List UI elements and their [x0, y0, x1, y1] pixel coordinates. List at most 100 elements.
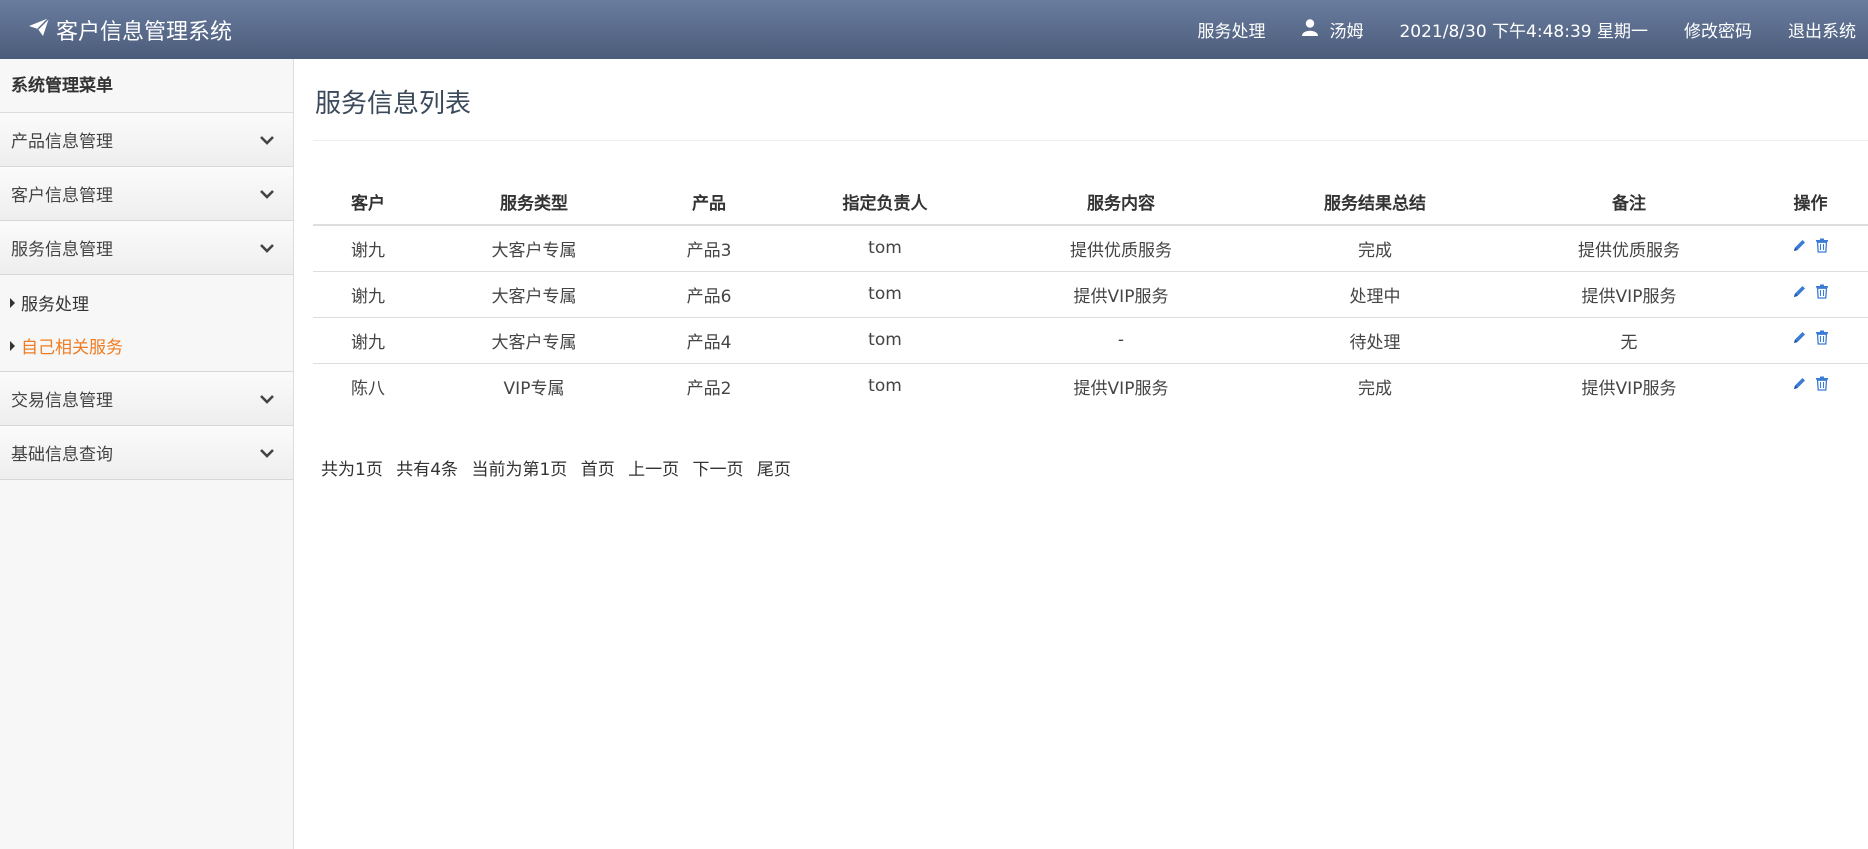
edit-pencil-icon[interactable] — [1792, 284, 1807, 299]
cell: 谢九 — [313, 317, 423, 364]
cell: 提供VIP服务 — [1505, 271, 1753, 318]
col-service-type: 服务类型 — [423, 179, 645, 226]
col-remark: 备注 — [1505, 179, 1753, 226]
cell: 产品2 — [686, 378, 732, 399]
menu-trade[interactable]: 交易信息管理 — [0, 372, 293, 426]
table-header-row: 客户 服务类型 产品 指定负责人 服务内容 服务结果总结 备注 操作 — [313, 179, 1868, 226]
table-row: 陈八 VIP专属 产品2 tom 提供VIP服务 完成 提供VIP服务 — [313, 363, 1868, 409]
pager-prev-link[interactable]: 上一页 — [628, 460, 679, 480]
cell: 大客户专属 — [423, 225, 645, 272]
sidebar-item-service-handle[interactable]: 服务处理 — [0, 281, 293, 324]
cell: 产品3 — [645, 225, 773, 272]
sidebar-item-my-services[interactable]: 自己相关服务 — [0, 324, 293, 367]
cell: 产品6 — [645, 271, 773, 318]
cell: - — [997, 317, 1245, 364]
pagination: 共为1页 共有4条 当前为第1页 首页 上一页 下一页 尾页 — [313, 455, 1868, 480]
actions-cell — [1753, 271, 1868, 318]
cell: tom — [773, 225, 997, 272]
edit-pencil-icon[interactable] — [1792, 376, 1807, 391]
logout-link[interactable]: 退出系统 — [1788, 17, 1856, 42]
caret-right-icon — [10, 297, 15, 308]
datetime: 2021/8/30 下午4:48:39 星期一 — [1399, 22, 1648, 42]
cell: 大客户专属 — [423, 271, 645, 318]
chevron-down-icon — [259, 184, 275, 204]
app-title: 客户信息管理系统 — [56, 19, 233, 45]
col-service-content: 服务内容 — [997, 179, 1245, 226]
cell: 陈八 — [351, 378, 385, 399]
sidebar-item-label: 自己相关服务 — [21, 338, 123, 358]
col-result-summary: 服务结果总结 — [1245, 179, 1505, 226]
menu-label: 产品信息管理 — [11, 132, 113, 152]
edit-pencil-icon[interactable] — [1792, 238, 1807, 253]
menu-label: 服务信息管理 — [11, 240, 113, 260]
page-title: 服务信息列表 — [313, 83, 1868, 141]
service-table: 客户 服务类型 产品 指定负责人 服务内容 服务结果总结 备注 操作 谢九 大客… — [313, 179, 1868, 409]
menu-customer[interactable]: 客户信息管理 — [0, 167, 293, 221]
pager-total-pages: 共为1页 — [321, 460, 383, 480]
pager-last-link[interactable]: 尾页 — [757, 460, 791, 480]
pager-next-link[interactable]: 下一页 — [693, 460, 744, 480]
chevron-down-icon — [259, 238, 275, 258]
top-bar: 客户信息管理系统 服务处理 汤姆 2021/8/30 下午4:48:39 星期一… — [0, 0, 1868, 59]
cell: 提供VIP服务 — [997, 271, 1245, 318]
pager-first-link[interactable]: 首页 — [581, 460, 615, 480]
trash-icon[interactable] — [1815, 376, 1829, 391]
chevron-down-icon — [259, 443, 275, 463]
cell: tom — [773, 271, 997, 318]
main-content: 服务信息列表 客户 服务类型 产品 指定负责人 服务内容 服务结果总结 备注 操… — [313, 59, 1868, 849]
cell: 提供优质服务 — [1505, 225, 1753, 272]
chevron-down-icon — [259, 130, 275, 150]
menu-product[interactable]: 产品信息管理 — [0, 113, 293, 167]
col-product: 产品 — [645, 179, 773, 226]
cell: 提供VIP服务 — [1581, 378, 1677, 399]
top-nav: 服务处理 汤姆 2021/8/30 下午4:48:39 星期一 修改密码 退出系… — [1161, 17, 1856, 42]
cell: 提供优质服务 — [997, 225, 1245, 272]
pager-current: 当前为第1页 — [471, 460, 568, 480]
trash-icon[interactable] — [1815, 238, 1829, 253]
nav-service[interactable]: 服务处理 — [1197, 17, 1265, 42]
trash-icon[interactable] — [1815, 284, 1829, 299]
col-customer: 客户 — [313, 179, 423, 226]
cell: 待处理 — [1245, 317, 1505, 364]
table-row: 谢九 大客户专属 产品6 tom 提供VIP服务 处理中 提供VIP服务 — [313, 271, 1868, 318]
cell: 完成 — [1358, 378, 1392, 399]
edit-pencil-icon[interactable] — [1792, 330, 1807, 345]
sidebar-item-label: 服务处理 — [21, 295, 89, 315]
menu-label: 基础信息查询 — [11, 445, 113, 465]
cell: 完成 — [1245, 225, 1505, 272]
sidebar-header: 系统管理菜单 — [0, 59, 293, 113]
cell: 谢九 — [313, 271, 423, 318]
actions-cell — [1753, 225, 1868, 272]
cell: tom — [773, 317, 997, 364]
paper-plane-icon — [28, 17, 56, 43]
menu-service[interactable]: 服务信息管理 — [0, 221, 293, 275]
user-icon — [1301, 18, 1329, 41]
menu-label: 客户信息管理 — [11, 186, 113, 206]
table-row: 谢九 大客户专属 产品3 tom 提供优质服务 完成 提供优质服务 — [313, 225, 1868, 272]
col-actions: 操作 — [1753, 179, 1868, 226]
cell: 大客户专属 — [423, 317, 645, 364]
table-row: 谢九 大客户专属 产品4 tom - 待处理 无 — [313, 317, 1868, 364]
pager-total-items: 共有4条 — [396, 460, 459, 480]
sidebar: 系统管理菜单 产品信息管理 客户信息管理 服务信息管理 服务处理 自己相关服务 … — [0, 59, 294, 849]
actions-cell — [1753, 317, 1868, 364]
cell: 处理中 — [1245, 271, 1505, 318]
brand[interactable]: 客户信息管理系统 — [28, 14, 232, 46]
submenu-service: 服务处理 自己相关服务 — [0, 275, 293, 372]
cell: 产品4 — [645, 317, 773, 364]
cell: 提供VIP服务 — [1073, 378, 1169, 399]
caret-right-icon — [10, 340, 15, 351]
change-password-link[interactable]: 修改密码 — [1684, 17, 1752, 42]
menu-label: 交易信息管理 — [11, 391, 113, 411]
cell: VIP专属 — [503, 378, 565, 399]
actions-cell — [1753, 363, 1868, 409]
cell: 谢九 — [313, 225, 423, 272]
trash-icon[interactable] — [1815, 330, 1829, 345]
menu-basic-query[interactable]: 基础信息查询 — [0, 426, 293, 480]
cell: 无 — [1505, 317, 1753, 364]
cell: tom — [868, 376, 902, 397]
user-name: 汤姆 — [1329, 22, 1364, 42]
user-menu[interactable]: 汤姆 — [1301, 17, 1363, 42]
col-assignee: 指定负责人 — [773, 179, 997, 226]
chevron-down-icon — [259, 389, 275, 409]
